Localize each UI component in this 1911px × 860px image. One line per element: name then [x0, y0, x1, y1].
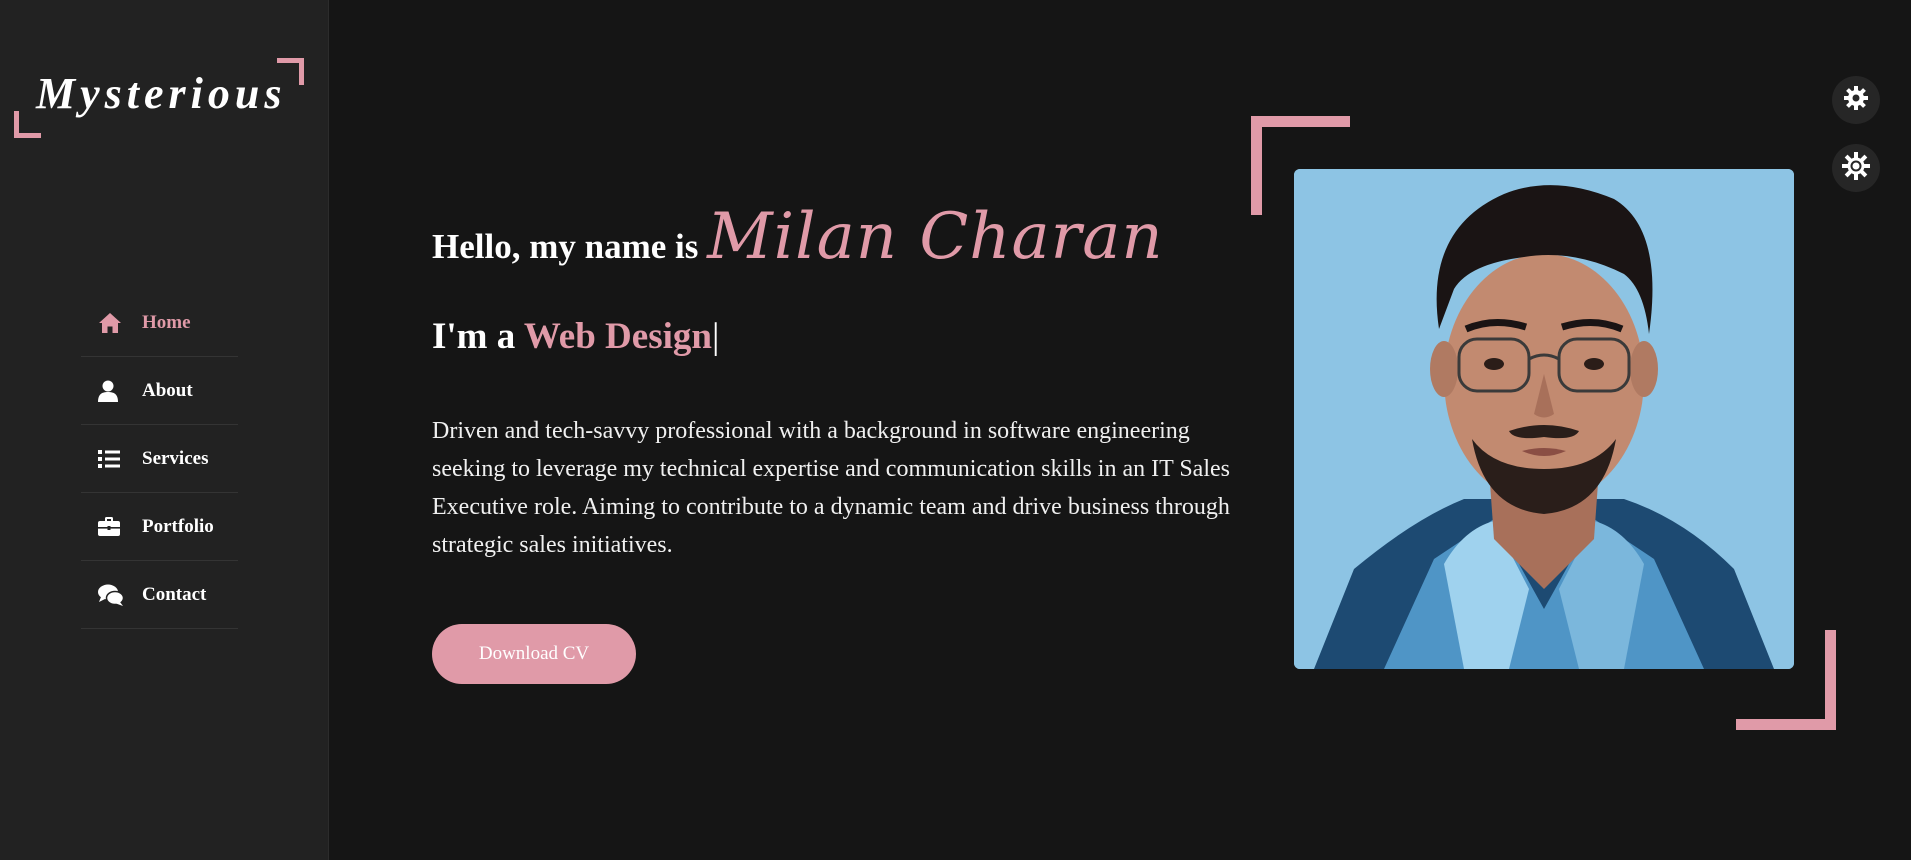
nav-item-services[interactable]: Services [81, 426, 238, 493]
nav-label: Portfolio [142, 516, 214, 537]
main-nav: Home About Services Portfolio Contact [81, 290, 238, 629]
logo-text: Mysterious [36, 69, 287, 118]
nav-label: Home [142, 312, 191, 333]
greeting-text: Hello, my name is [432, 227, 699, 266]
settings-button[interactable] [1832, 76, 1880, 124]
briefcase-icon [98, 515, 124, 539]
nav-label: Services [142, 448, 209, 469]
role-prefix: I'm a [432, 316, 516, 357]
portrait-image [1294, 169, 1794, 669]
nav-label: Contact [142, 584, 207, 605]
sun-icon [1842, 151, 1870, 185]
nav-item-portfolio[interactable]: Portfolio [81, 494, 238, 561]
role-heading: I'm a Web Design| [432, 315, 719, 358]
home-icon [98, 311, 124, 335]
typing-cursor: | [711, 316, 720, 357]
user-icon [98, 379, 124, 403]
list-icon [98, 447, 124, 471]
sidebar: Mysterious Home About Services Portfolio [0, 0, 329, 860]
role-typed-text: Web Design [523, 316, 712, 357]
gear-icon [1843, 85, 1869, 116]
chat-icon [98, 583, 124, 607]
intro-description: Driven and tech-savvy professional with … [432, 418, 1230, 558]
nav-item-about[interactable]: About [81, 358, 238, 425]
logo[interactable]: Mysterious [14, 58, 304, 138]
greeting-heading: Hello, my name is Milan Charan [432, 200, 1164, 274]
owner-name: Milan Charan [707, 200, 1164, 274]
nav-item-home[interactable]: Home [81, 290, 238, 357]
download-cv-button[interactable]: Download CV [432, 624, 636, 684]
theme-toggle-button[interactable] [1832, 144, 1880, 192]
nav-label: About [142, 380, 193, 401]
nav-item-contact[interactable]: Contact [81, 562, 238, 629]
